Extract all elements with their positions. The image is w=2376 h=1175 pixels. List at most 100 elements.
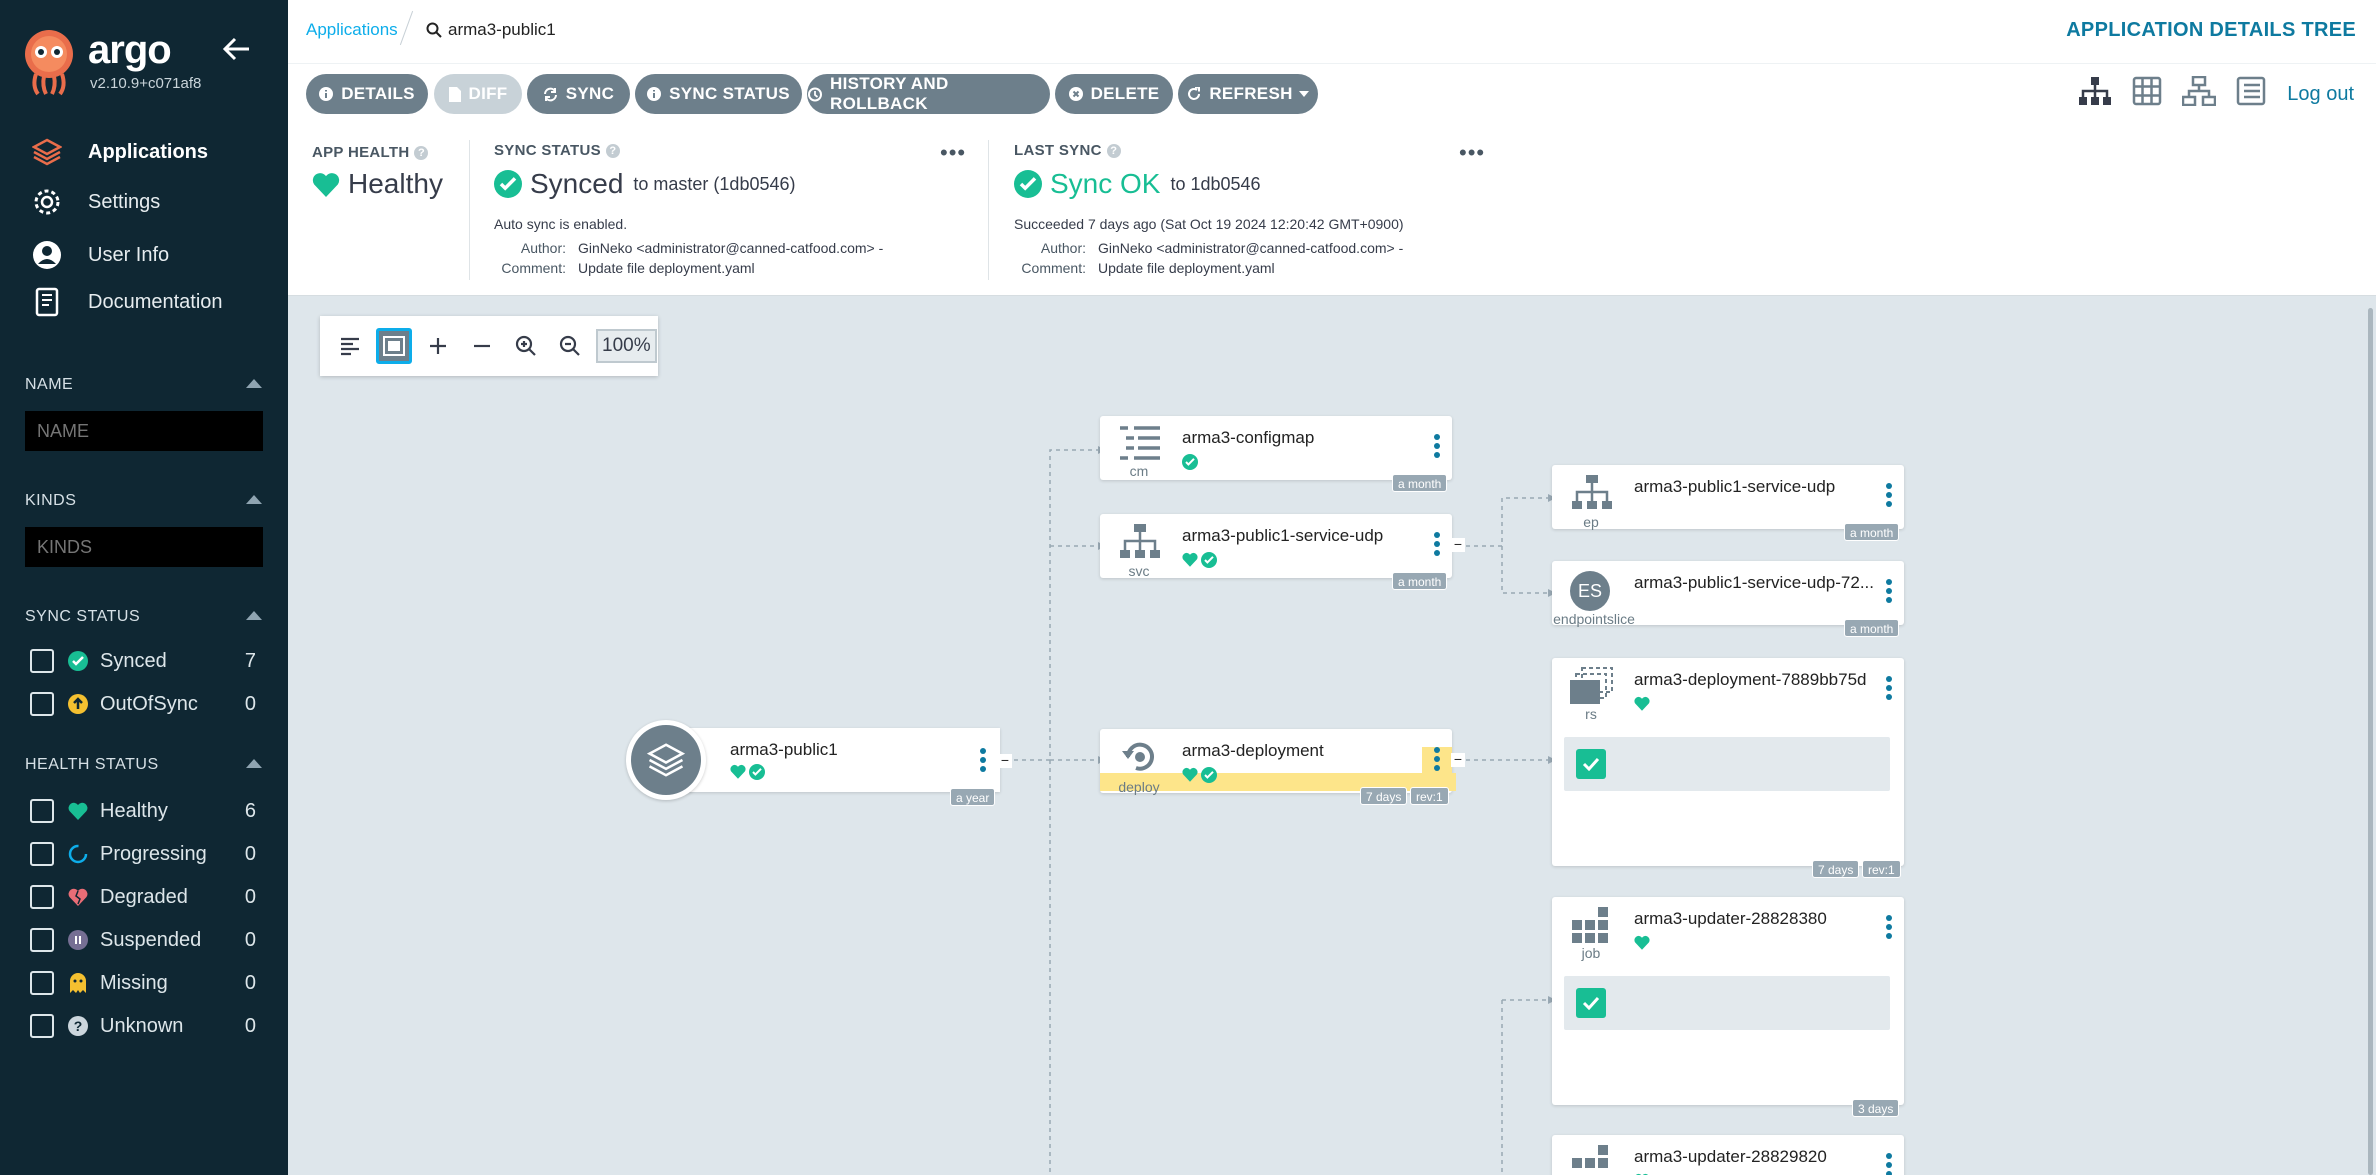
list-view-icon[interactable] xyxy=(2236,76,2266,106)
last-sync-more-icon[interactable]: ••• xyxy=(1459,142,1485,164)
author-key: Author: xyxy=(1040,240,1086,256)
collapse-toggle[interactable]: − xyxy=(998,753,1012,768)
resource-node-endpointslice[interactable]: ES endpointslice arma3-public1-service-u… xyxy=(1552,561,1904,637)
button-label: DELETE xyxy=(1090,84,1160,103)
button-label: SYNC STATUS xyxy=(669,84,790,103)
node-menu-icon[interactable] xyxy=(1434,434,1440,460)
sidebar-item-label: Documentation xyxy=(88,290,223,313)
resource-node-deployment[interactable]: deploy arma3-deployment 7 days rev:1 xyxy=(1100,729,1456,805)
checkbox[interactable] xyxy=(30,928,54,952)
age-tag: 7 days xyxy=(1360,787,1408,805)
diff-button[interactable]: DIFF xyxy=(434,74,522,114)
node-name: arma3-configmap xyxy=(1182,428,1315,447)
sync-status-collapse-icon[interactable] xyxy=(246,611,262,620)
filter-progressing[interactable]: Progressing 0 xyxy=(30,839,256,869)
filter-unknown[interactable]: ? Unknown 0 xyxy=(30,1011,256,1041)
checkbox[interactable] xyxy=(30,971,54,995)
resource-node-replicaset[interactable]: rs arma3-deployment-7889bb75d 7 days rev… xyxy=(1552,658,1904,878)
pods-view-icon[interactable] xyxy=(2132,76,2162,106)
collapse-all-icon[interactable] xyxy=(464,328,500,364)
svg-text:?: ? xyxy=(74,1018,83,1034)
version-label: v2.10.9+c071af8 xyxy=(90,75,202,92)
age-tag: a year xyxy=(950,788,996,806)
collapse-toggle[interactable]: − xyxy=(1451,752,1465,767)
sidebar-item-settings[interactable]: Settings xyxy=(32,184,272,220)
node-name: arma3-updater-28828380 xyxy=(1634,909,1827,928)
node-menu-icon[interactable] xyxy=(1886,676,1892,702)
resource-node-job[interactable]: job arma3-updater-28828380 3 days xyxy=(1552,897,1904,1117)
sync-button[interactable]: SYNC xyxy=(527,74,630,114)
filter-synced[interactable]: Synced 7 xyxy=(30,646,256,676)
last-sync-comment-row: Comment: Update file deployment.yaml xyxy=(998,260,1274,276)
name-filter-collapse-icon[interactable] xyxy=(246,379,262,388)
heart-icon xyxy=(68,801,88,821)
name-filter-input[interactable] xyxy=(25,411,263,451)
expand-all-icon[interactable] xyxy=(420,328,456,364)
zoom-out-icon[interactable] xyxy=(552,328,588,364)
sync-status-button[interactable]: SYNC STATUS xyxy=(635,74,802,114)
node-menu-icon[interactable] xyxy=(980,748,986,777)
help-icon[interactable]: ? xyxy=(1106,143,1121,158)
sidebar-item-applications[interactable]: Applications xyxy=(32,134,272,170)
filter-suspended[interactable]: Suspended 0 xyxy=(30,925,256,955)
argo-logo[interactable] xyxy=(22,30,76,96)
checkbox[interactable] xyxy=(30,1014,54,1038)
zoom-level[interactable]: 100% xyxy=(596,329,657,363)
zoom-in-icon[interactable] xyxy=(508,328,544,364)
health-status-collapse-icon[interactable] xyxy=(246,759,262,768)
pod-status-check-icon[interactable] xyxy=(1576,749,1606,779)
name-filter-title: NAME xyxy=(25,376,74,393)
breadcrumb-current-label: arma3-public1 xyxy=(448,20,556,39)
node-menu-icon[interactable] xyxy=(1886,915,1892,941)
breadcrumb-current[interactable]: arma3-public1 xyxy=(426,20,556,40)
filter-degraded[interactable]: Degraded 0 xyxy=(30,882,256,912)
help-icon[interactable]: ? xyxy=(414,145,429,160)
node-menu-icon[interactable] xyxy=(1886,579,1892,605)
checkbox[interactable] xyxy=(30,842,54,866)
filter-outofsync[interactable]: OutOfSync 0 xyxy=(30,689,256,719)
resource-node-job[interactable]: arma3-updater-28829820 xyxy=(1552,1135,1904,1175)
node-name: arma3-updater-28829820 xyxy=(1634,1147,1827,1166)
kinds-filter-collapse-icon[interactable] xyxy=(246,495,262,504)
pod-status-check-icon[interactable] xyxy=(1576,988,1606,1018)
tree-view-icon[interactable] xyxy=(2078,76,2112,106)
sync-status-value: Synced to master (1db0546) xyxy=(494,168,796,200)
author-key: Author: xyxy=(520,240,566,256)
breadcrumb-applications[interactable]: Applications xyxy=(306,20,398,40)
refresh-button[interactable]: REFRESH xyxy=(1178,74,1318,114)
search-icon xyxy=(426,22,442,38)
checkbox[interactable] xyxy=(30,649,54,673)
sync-status-more-icon[interactable]: ••• xyxy=(940,142,966,164)
filter-label: Degraded xyxy=(100,885,188,908)
sidebar-item-documentation[interactable]: Documentation xyxy=(32,284,272,320)
node-menu-icon[interactable] xyxy=(1886,483,1892,509)
collapse-toggle[interactable]: − xyxy=(1451,537,1465,552)
resource-node-endpoint[interactable]: ep arma3-public1-service-udp a month xyxy=(1552,465,1904,541)
app-node[interactable]: arma3-public1 a year xyxy=(626,720,1000,806)
node-menu-icon[interactable] xyxy=(1434,532,1440,558)
help-icon[interactable]: ? xyxy=(605,143,620,158)
sidebar-item-user-info[interactable]: User Info xyxy=(32,237,272,273)
kinds-filter-input[interactable] xyxy=(25,527,263,567)
delete-button[interactable]: DELETE xyxy=(1055,74,1173,114)
align-left-icon[interactable] xyxy=(332,328,368,364)
fit-view-icon[interactable] xyxy=(376,328,412,364)
checkbox[interactable] xyxy=(30,885,54,909)
collapse-sidebar-icon[interactable] xyxy=(222,36,252,62)
resource-node-service[interactable]: svc arma3-public1-service-udp a month xyxy=(1100,514,1452,590)
divider xyxy=(469,140,470,280)
details-button[interactable]: DETAILS xyxy=(306,74,428,114)
network-view-icon[interactable] xyxy=(2182,76,2216,106)
node-menu-icon[interactable] xyxy=(1886,1153,1892,1175)
arrow-up-circle-icon xyxy=(68,694,88,714)
filter-healthy[interactable]: Healthy 6 xyxy=(30,796,256,826)
checkbox[interactable] xyxy=(30,692,54,716)
logout-link[interactable]: Log out xyxy=(2287,83,2354,106)
resource-node-configmap[interactable]: cm arma3-configmap a month xyxy=(1100,416,1452,492)
node-menu-icon[interactable] xyxy=(1434,747,1440,773)
filter-missing[interactable]: Missing 0 xyxy=(30,968,256,998)
history-and-rollback-button[interactable]: HISTORY AND ROLLBACK xyxy=(807,74,1050,114)
checkbox[interactable] xyxy=(30,799,54,823)
graph-scrollbar[interactable] xyxy=(2368,308,2373,1175)
page-title: APPLICATION DETAILS TREE xyxy=(2066,19,2356,41)
